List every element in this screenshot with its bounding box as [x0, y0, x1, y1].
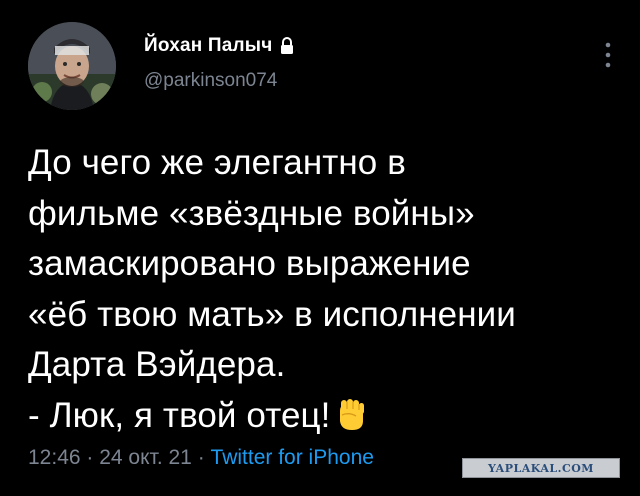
profile-photo-icon [28, 22, 116, 110]
tweet-line: замаскировано выражение [28, 244, 471, 283]
tweet-source-link[interactable]: Twitter for iPhone [211, 446, 374, 469]
tweet-line: «ёб твою мать» в исполнении [28, 294, 516, 334]
meta-separator: · [191, 446, 211, 469]
meta-separator: · [80, 446, 100, 469]
tweet-line: - Люк, я твой отец! [28, 395, 331, 435]
lock-icon [280, 37, 294, 55]
tweet-header: Йохан Палыч @parkinson074 [28, 22, 618, 112]
raised-fist-icon [332, 397, 368, 433]
tweet-date[interactable]: 24 окт. 21 [99, 446, 192, 469]
tweet-last-line: - Люк, я твой отец! [28, 391, 618, 442]
user-handle[interactable]: @parkinson074 [144, 70, 277, 92]
avatar[interactable] [28, 22, 116, 110]
display-name[interactable]: Йохан Палыч [144, 35, 272, 57]
name-row: Йохан Палыч [144, 32, 294, 60]
more-options-icon[interactable] [602, 40, 614, 70]
tweet-meta: 12:46 · 24 окт. 21 · Twitter for iPhone [28, 446, 374, 470]
tweet-time[interactable]: 12:46 [28, 446, 81, 469]
watermark: YAPLAKAL.COM [462, 458, 620, 478]
tweet-line: Дарта Вэйдера. [28, 345, 286, 384]
tweet-line: фильме «звёздные войны» [28, 193, 475, 233]
tweet-line: До чего же элегантно в [28, 143, 406, 182]
tweet-text: До чего же элегантно в фильме «звёздные … [28, 138, 618, 441]
